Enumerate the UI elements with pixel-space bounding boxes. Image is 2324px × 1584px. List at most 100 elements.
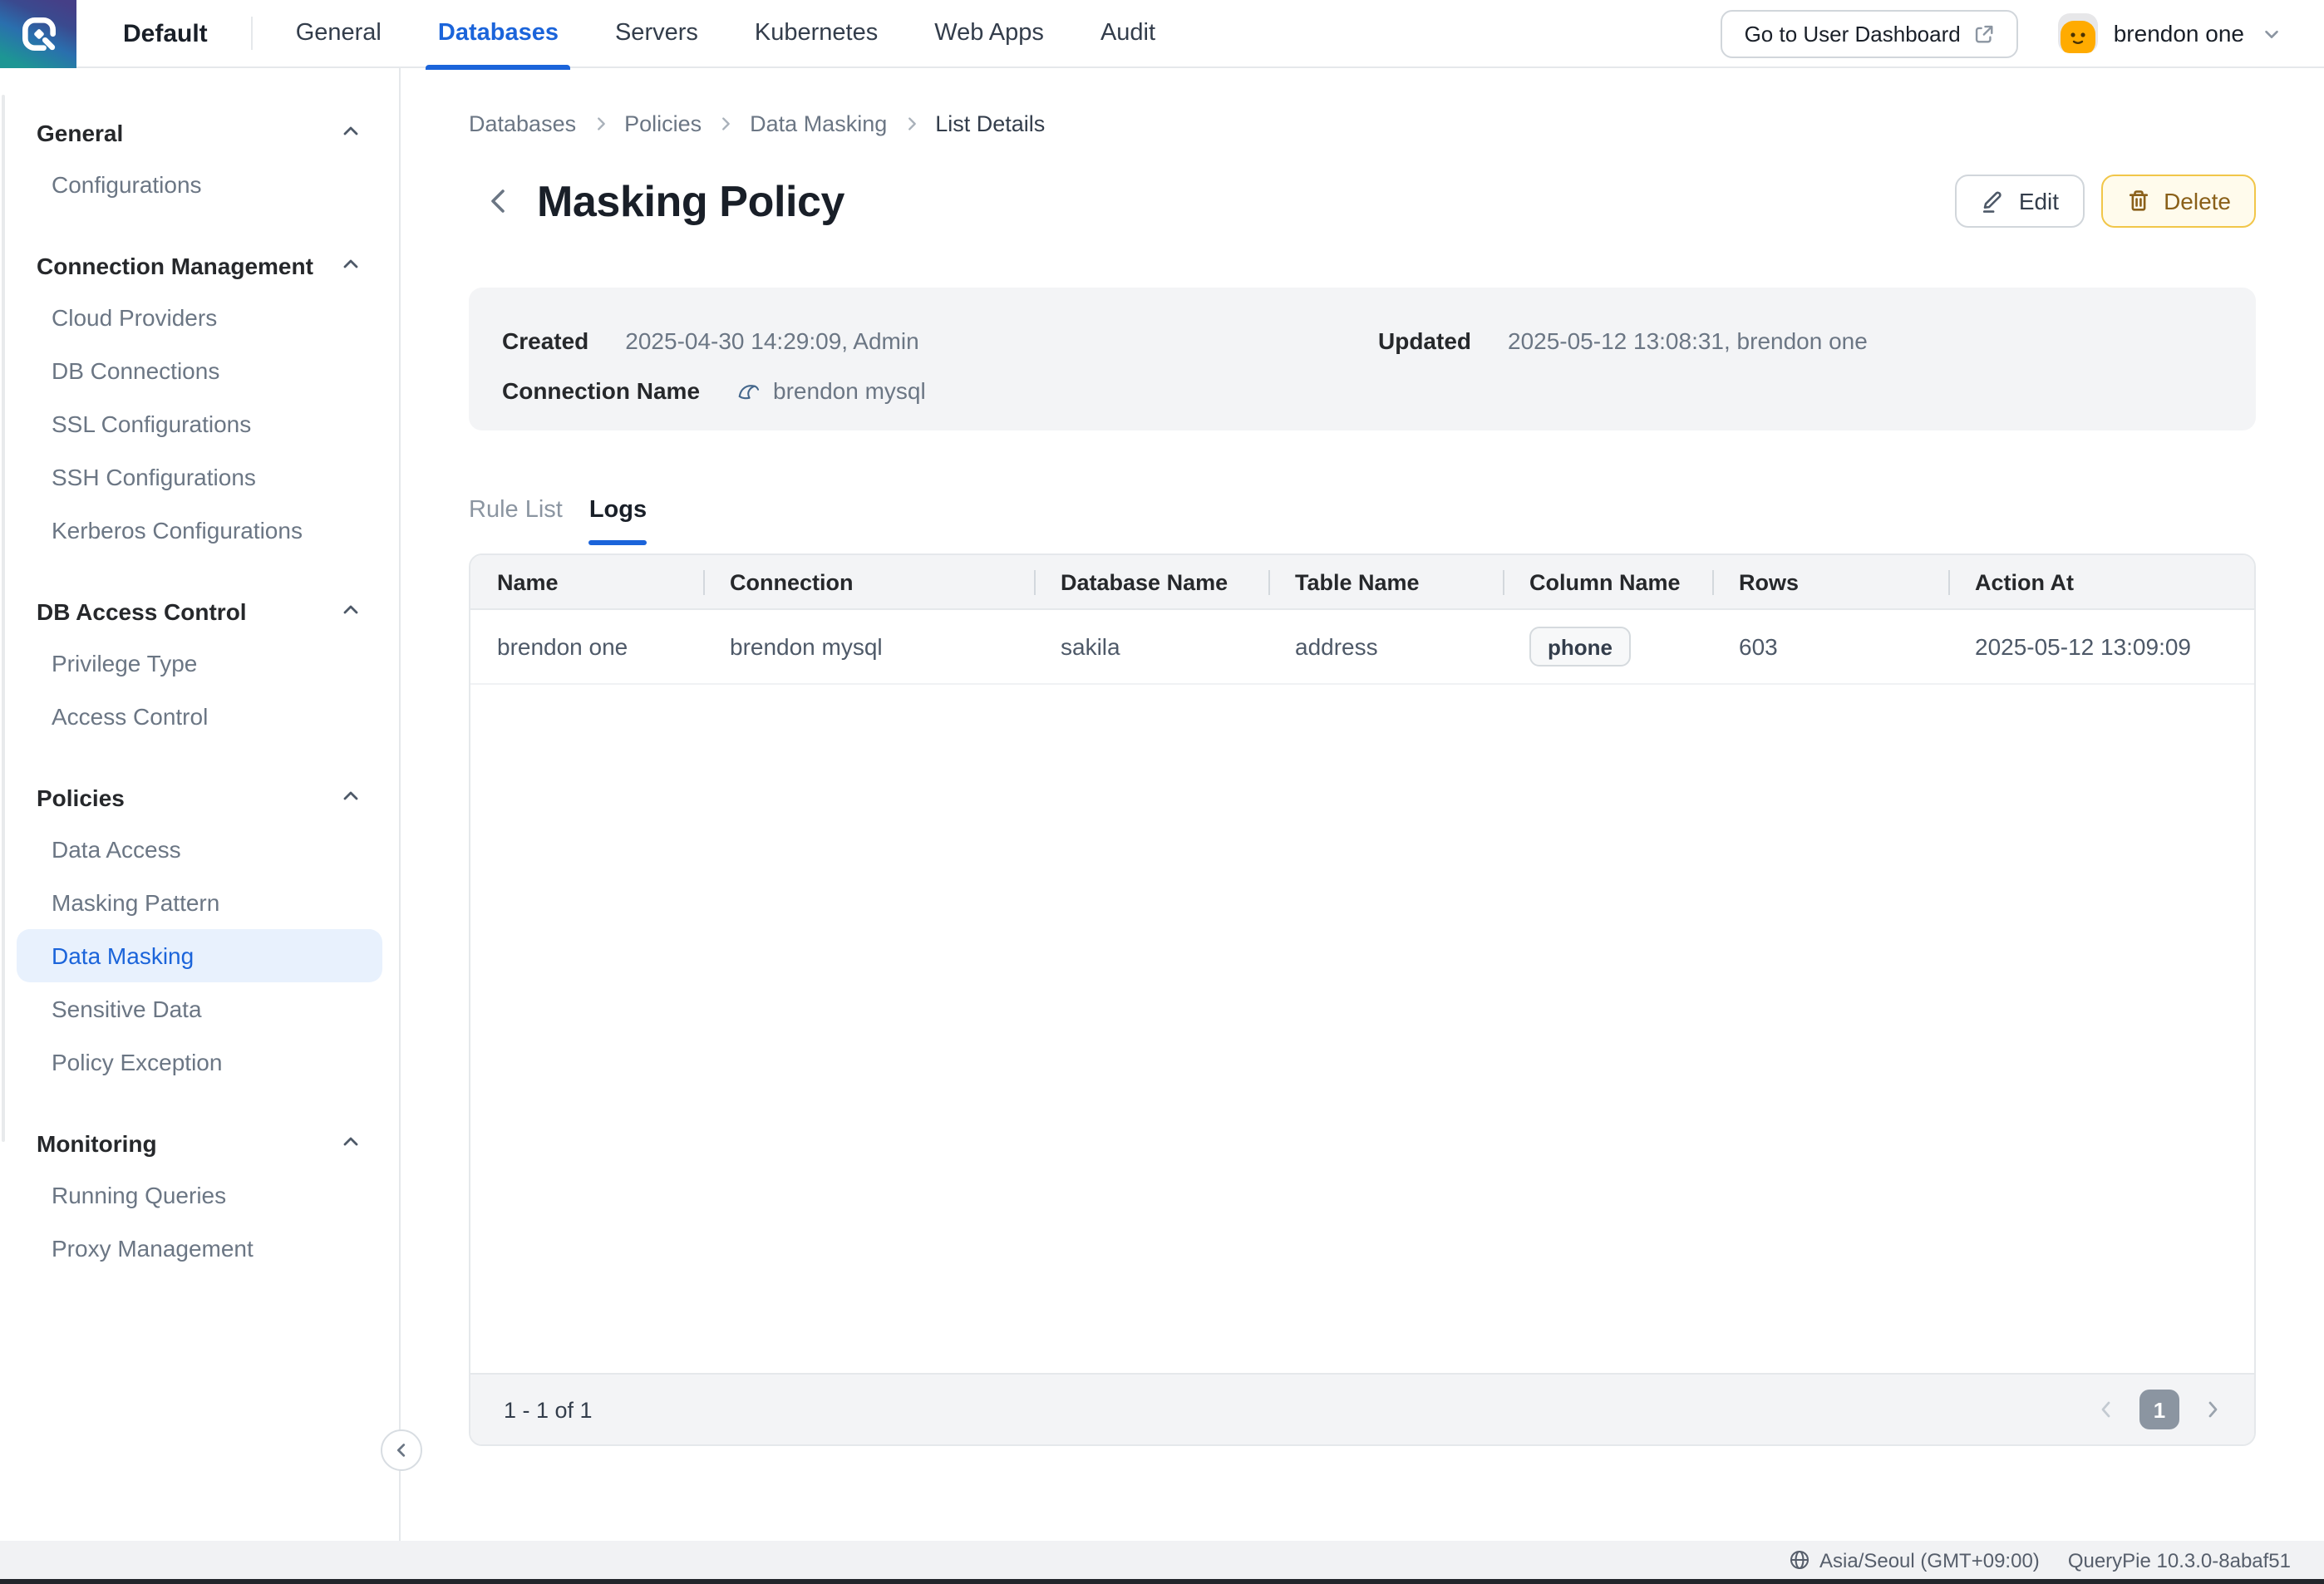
sidebar-section-policies: Policies Data Access Masking Pattern Dat… (0, 773, 399, 1089)
column-header-column-name: Column Name (1503, 555, 1712, 608)
cell-rows: 603 (1712, 610, 1948, 683)
user-menu[interactable]: brendon one (2019, 13, 2282, 53)
pagination-summary: 1 - 1 of 1 (504, 1397, 593, 1422)
sidebar: General Configurations Connection Manage… (0, 68, 401, 1541)
user-avatar (2059, 13, 2099, 53)
sidebar-header-label: DB Access Control (37, 598, 247, 625)
cell-database-name: sakila (1034, 610, 1268, 683)
tab-logs[interactable]: Logs (589, 497, 647, 545)
pagination-bar: 1 - 1 of 1 1 (470, 1373, 2254, 1444)
column-header-table-name: Table Name (1268, 555, 1503, 608)
previous-page-icon[interactable] (2095, 1398, 2118, 1421)
app-window: Default General Databases Servers Kubern… (0, 0, 2324, 1584)
chevron-down-icon (2261, 22, 2282, 44)
sidebar-header-label: General (37, 120, 123, 146)
sidebar-section-monitoring: Monitoring Running Queries Proxy Managem… (0, 1119, 399, 1275)
sidebar-section-db-access-control: DB Access Control Privilege Type Access … (0, 587, 399, 743)
back-button[interactable] (482, 184, 515, 218)
connection-name-value: brendon mysql (773, 377, 926, 404)
sidebar-item-cloud-providers[interactable]: Cloud Providers (17, 291, 382, 344)
breadcrumb-policies[interactable]: Policies (624, 111, 702, 136)
version-text: QueryPie 10.3.0-8abaf51 (2068, 1548, 2291, 1572)
tab-rule-list[interactable]: Rule List (469, 497, 563, 545)
sidebar-item-access-control[interactable]: Access Control (17, 690, 382, 743)
sidebar-item-db-connections[interactable]: DB Connections (17, 344, 382, 397)
table-body-empty-area (470, 685, 2254, 1373)
column-header-connection: Connection (703, 555, 1034, 608)
nav-item-databases[interactable]: Databases (438, 0, 559, 67)
page-number-button[interactable]: 1 (2139, 1390, 2179, 1429)
nav-item-general[interactable]: General (296, 0, 382, 67)
details-panel: Created 2025-04-30 14:29:09, Admin Updat… (469, 288, 2256, 430)
created-label: Created (502, 327, 588, 354)
sidebar-section-connection-management: Connection Management Cloud Providers DB… (0, 241, 399, 557)
cell-connection: brendon mysql (703, 610, 1034, 683)
timezone-status: Asia/Seoul (GMT+09:00) (1788, 1548, 2040, 1572)
main-content: Databases Policies Data Masking List Det… (401, 68, 2324, 1541)
sidebar-item-policy-exception[interactable]: Policy Exception (17, 1036, 382, 1089)
nav-right: Go to User Dashboard (1721, 9, 2324, 57)
sidebar-item-kerberos-configurations[interactable]: Kerberos Configurations (17, 504, 382, 557)
connection-name-field: Connection Name brendon mysql (502, 366, 1378, 416)
updated-field: Updated 2025-05-12 13:08:31, brendon one (1378, 316, 2223, 366)
sidebar-item-masking-pattern[interactable]: Masking Pattern (17, 876, 382, 929)
next-page-icon[interactable] (2201, 1398, 2224, 1421)
column-header-rows: Rows (1712, 555, 1948, 608)
column-name-badge: phone (1529, 627, 1631, 667)
breadcrumb-list-details: List Details (935, 111, 1045, 136)
nav-item-kubernetes[interactable]: Kubernetes (755, 0, 878, 67)
column-header-name: Name (470, 555, 703, 608)
chevron-right-icon (716, 115, 735, 133)
chevron-left-icon (392, 1441, 411, 1459)
sidebar-header-db-access-control[interactable]: DB Access Control (0, 587, 399, 637)
title-actions: Edit Delete (1956, 175, 2256, 228)
sidebar-item-data-access[interactable]: Data Access (17, 823, 382, 876)
title-row: Masking Policy Edit (469, 171, 2256, 231)
nav-item-web-apps[interactable]: Web Apps (934, 0, 1044, 67)
status-footer: Asia/Seoul (GMT+09:00) QueryPie 10.3.0-8… (0, 1541, 2324, 1579)
querypie-logo[interactable] (0, 0, 76, 67)
sidebar-item-running-queries[interactable]: Running Queries (17, 1168, 382, 1222)
cell-table-name: address (1268, 610, 1503, 683)
sidebar-item-sensitive-data[interactable]: Sensitive Data (17, 982, 382, 1036)
updated-value: 2025-05-12 13:08:31, brendon one (1508, 327, 1868, 354)
sidebar-header-connection-management[interactable]: Connection Management (0, 241, 399, 291)
chevron-up-icon (339, 119, 362, 147)
go-to-user-dashboard-button[interactable]: Go to User Dashboard (1721, 9, 2019, 57)
created-field: Created 2025-04-30 14:29:09, Admin (502, 316, 1378, 366)
connection-name-label: Connection Name (502, 377, 700, 404)
chevron-up-icon (339, 784, 362, 812)
nav-item-audit[interactable]: Audit (1100, 0, 1155, 67)
sidebar-item-data-masking[interactable]: Data Masking (17, 929, 382, 982)
breadcrumb-data-masking[interactable]: Data Masking (750, 111, 887, 136)
user-name: brendon one (2114, 20, 2244, 47)
timezone-text: Asia/Seoul (GMT+09:00) (1819, 1548, 2040, 1572)
updated-label: Updated (1378, 327, 1471, 354)
created-value: 2025-04-30 14:29:09, Admin (625, 327, 918, 354)
sidebar-collapse-button[interactable] (381, 1429, 422, 1471)
logs-table: Name Connection Database Name Table Name… (469, 553, 2256, 1446)
sidebar-item-ssh-configurations[interactable]: SSH Configurations (17, 450, 382, 504)
sidebar-header-general[interactable]: General (0, 108, 399, 158)
trash-icon (2125, 188, 2150, 214)
column-header-action-at: Action At (1948, 555, 2254, 608)
delete-button[interactable]: Delete (2100, 175, 2256, 228)
sidebar-header-monitoring[interactable]: Monitoring (0, 1119, 399, 1168)
sidebar-item-proxy-management[interactable]: Proxy Management (17, 1222, 382, 1275)
sidebar-item-configurations[interactable]: Configurations (17, 158, 382, 211)
top-nav: Default General Databases Servers Kubern… (0, 0, 2324, 68)
sidebar-header-policies[interactable]: Policies (0, 773, 399, 823)
breadcrumb-databases[interactable]: Databases (469, 111, 576, 136)
window-bottom-edge (0, 1579, 2324, 1584)
sidebar-section-general: General Configurations (0, 108, 399, 211)
delete-button-label: Delete (2164, 188, 2231, 214)
nav-menu: General Databases Servers Kubernetes Web… (296, 0, 1155, 67)
edit-button[interactable]: Edit (1956, 175, 2084, 228)
table-row[interactable]: brendon one brendon mysql sakila address… (470, 610, 2254, 685)
org-selector[interactable]: Default (123, 19, 208, 47)
nav-item-servers[interactable]: Servers (615, 0, 698, 67)
querypie-logo-icon (17, 12, 59, 54)
sidebar-item-ssl-configurations[interactable]: SSL Configurations (17, 397, 382, 450)
edit-button-label: Edit (2019, 188, 2059, 214)
sidebar-item-privilege-type[interactable]: Privilege Type (17, 637, 382, 690)
